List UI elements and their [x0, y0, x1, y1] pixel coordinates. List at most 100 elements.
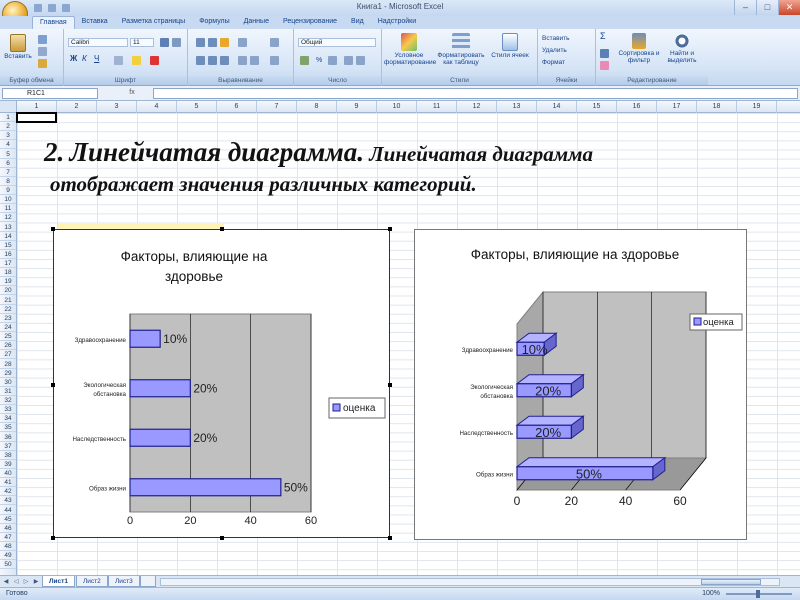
sheet-tab-3[interactable]: Лист3 — [108, 576, 140, 587]
row-header[interactable]: 33 — [0, 405, 16, 415]
merge-cells-icon[interactable] — [270, 56, 279, 65]
row-header[interactable]: 50 — [0, 560, 16, 570]
row-header[interactable]: 40 — [0, 469, 16, 479]
row-header[interactable]: 25 — [0, 332, 16, 342]
tab-formulas[interactable]: Формулы — [192, 16, 236, 29]
paste-button[interactable]: Вставить — [4, 34, 32, 60]
tab-review[interactable]: Рецензирование — [276, 16, 344, 29]
number-format-select[interactable]: Общий — [298, 38, 376, 47]
row-header[interactable]: 21 — [0, 296, 16, 305]
row-header[interactable]: 35 — [0, 423, 16, 433]
row-header[interactable]: 1 — [0, 113, 16, 122]
sheet-tab-2[interactable]: Лист2 — [76, 576, 108, 587]
sort-filter-button[interactable]: Сортировка и фильтр — [618, 33, 660, 64]
resize-handle[interactable] — [220, 227, 224, 231]
row-header[interactable]: 13 — [0, 223, 16, 232]
row-header[interactable]: 5 — [0, 150, 16, 159]
row-header[interactable]: 37 — [0, 442, 16, 451]
row-header[interactable]: 18 — [0, 268, 16, 278]
row-header[interactable]: 42 — [0, 487, 16, 497]
zoom-level[interactable]: 100% — [702, 590, 720, 597]
increase-indent-icon[interactable] — [250, 56, 259, 65]
row-header[interactable]: 8 — [0, 177, 16, 186]
column-header[interactable]: 9 — [337, 101, 377, 113]
name-box[interactable]: R1C1 — [2, 88, 98, 99]
row-header[interactable]: 46 — [0, 524, 16, 533]
next-sheet-icon[interactable]: ▷ — [22, 578, 30, 586]
grow-font-icon[interactable] — [160, 38, 169, 47]
format-painter-icon[interactable] — [38, 59, 47, 68]
zoom-slider[interactable] — [726, 590, 792, 598]
percent-button[interactable]: % — [316, 57, 322, 64]
zoom-slider-knob[interactable] — [756, 590, 760, 598]
bold-button[interactable]: Ж — [70, 55, 77, 63]
align-top-icon[interactable] — [196, 38, 205, 47]
new-sheet-icon[interactable] — [140, 576, 156, 587]
sheet-tab-1[interactable]: Лист1 — [42, 576, 75, 587]
decrease-decimal-icon[interactable] — [356, 56, 365, 65]
column-header[interactable]: 15 — [577, 101, 617, 113]
tab-page-layout[interactable]: Разметка страницы — [115, 16, 193, 29]
shrink-font-icon[interactable] — [172, 38, 181, 47]
row-header[interactable]: 43 — [0, 496, 16, 506]
row-header[interactable]: 7 — [0, 168, 16, 177]
tab-addins[interactable]: Надстройки — [371, 16, 423, 29]
row-header[interactable]: 49 — [0, 551, 16, 561]
insert-cells-button[interactable]: Вставить — [542, 35, 570, 42]
row-header[interactable]: 44 — [0, 506, 16, 515]
tab-home[interactable]: Главная — [32, 16, 75, 29]
row-header[interactable]: 26 — [0, 341, 16, 351]
row-header[interactable]: 30 — [0, 378, 16, 387]
increase-decimal-icon[interactable] — [344, 56, 353, 65]
row-header[interactable]: 6 — [0, 159, 16, 168]
currency-icon[interactable] — [300, 56, 309, 65]
tab-view[interactable]: Вид — [344, 16, 371, 29]
row-header[interactable]: 4 — [0, 140, 16, 150]
resize-handle[interactable] — [51, 383, 55, 387]
maximize-button[interactable]: □ — [756, 0, 778, 15]
resize-handle[interactable] — [388, 383, 392, 387]
row-header[interactable]: 48 — [0, 542, 16, 552]
row-header[interactable]: 11 — [0, 204, 16, 214]
resize-handle[interactable] — [388, 227, 392, 231]
conditional-formatting-button[interactable]: Условное форматирование — [384, 33, 436, 66]
prev-sheet-icon[interactable]: ◁ — [12, 578, 20, 586]
resize-handle[interactable] — [220, 536, 224, 540]
active-cell[interactable] — [16, 112, 57, 123]
row-header[interactable]: 20 — [0, 286, 16, 296]
find-select-button[interactable]: Найти и выделить — [662, 33, 702, 64]
column-header[interactable]: 16 — [617, 101, 657, 113]
row-header[interactable]: 9 — [0, 186, 16, 196]
resize-handle[interactable] — [388, 536, 392, 540]
column-header[interactable]: 5 — [177, 101, 217, 113]
row-header[interactable]: 28 — [0, 360, 16, 369]
orientation-icon[interactable] — [238, 38, 247, 47]
row-header[interactable]: 24 — [0, 323, 16, 332]
row-header[interactable]: 38 — [0, 451, 16, 460]
bar-chart-flat[interactable]: Факторы, влияющие на здоровье 0 20 40 60 10%… — [53, 229, 390, 538]
horizontal-scrollbar[interactable] — [160, 578, 780, 586]
formula-input[interactable] — [153, 88, 798, 99]
row-header[interactable]: 22 — [0, 305, 16, 314]
column-header[interactable]: 3 — [97, 101, 137, 113]
tab-data[interactable]: Данные — [237, 16, 276, 29]
row-header[interactable]: 10 — [0, 195, 16, 205]
column-header[interactable]: 2 — [57, 101, 97, 113]
cell-styles-button[interactable]: Стили ячеек — [490, 33, 530, 59]
borders-icon[interactable] — [114, 56, 123, 65]
column-header[interactable]: 7 — [257, 101, 297, 113]
column-header[interactable]: 10 — [377, 101, 417, 113]
row-header[interactable]: 45 — [0, 515, 16, 524]
font-name-select[interactable]: Calibri — [68, 38, 128, 47]
row-header[interactable]: 3 — [0, 131, 16, 141]
bar-chart-3d[interactable]: Факторы, влияющие на здоровье 0 20 40 60 10%… — [414, 229, 747, 540]
fill-color-icon[interactable] — [132, 56, 141, 65]
align-center-icon[interactable] — [208, 56, 217, 65]
resize-handle[interactable] — [51, 227, 55, 231]
align-right-icon[interactable] — [220, 56, 229, 65]
format-cells-button[interactable]: Формат — [542, 59, 565, 66]
font-size-select[interactable]: 11 — [130, 38, 154, 47]
scroll-thumb[interactable] — [701, 579, 761, 585]
row-header[interactable]: 47 — [0, 533, 16, 542]
row-header[interactable]: 36 — [0, 433, 16, 442]
